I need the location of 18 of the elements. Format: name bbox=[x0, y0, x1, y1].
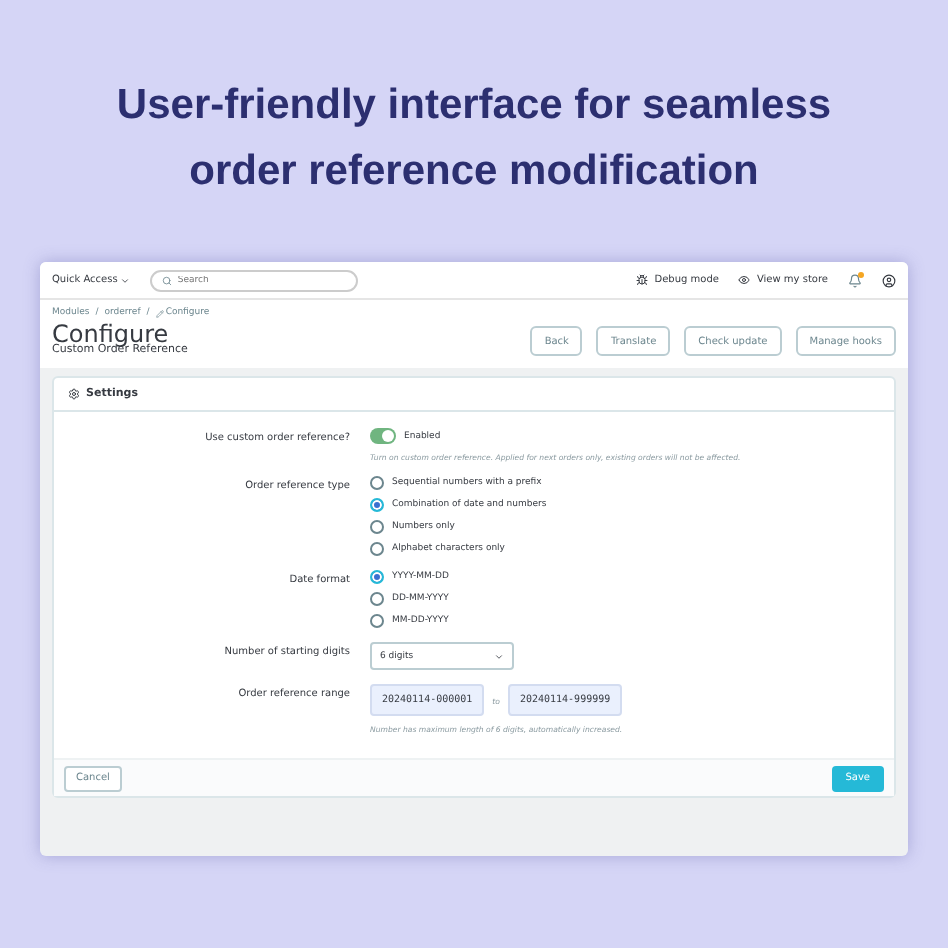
headline: User-friendly interface for seamless order reference modification bbox=[114, 80, 834, 198]
search-icon bbox=[161, 275, 172, 285]
radio-button[interactable] bbox=[370, 498, 384, 512]
pencil-icon bbox=[155, 309, 164, 317]
caret-icon bbox=[119, 275, 130, 285]
bug-icon bbox=[636, 274, 649, 286]
bell-icon[interactable] bbox=[848, 273, 862, 287]
radio-button[interactable] bbox=[370, 592, 384, 606]
radio-button[interactable] bbox=[370, 570, 384, 584]
account-icon[interactable] bbox=[882, 273, 896, 287]
radio-button[interactable] bbox=[370, 614, 384, 628]
gears-icon bbox=[68, 388, 80, 400]
toggle-switch[interactable] bbox=[370, 428, 396, 444]
radio-button[interactable] bbox=[370, 542, 384, 556]
radio-button[interactable] bbox=[370, 476, 384, 490]
eye-icon bbox=[738, 274, 751, 286]
chevron-down-icon bbox=[494, 651, 504, 661]
radio-button[interactable] bbox=[370, 520, 384, 534]
